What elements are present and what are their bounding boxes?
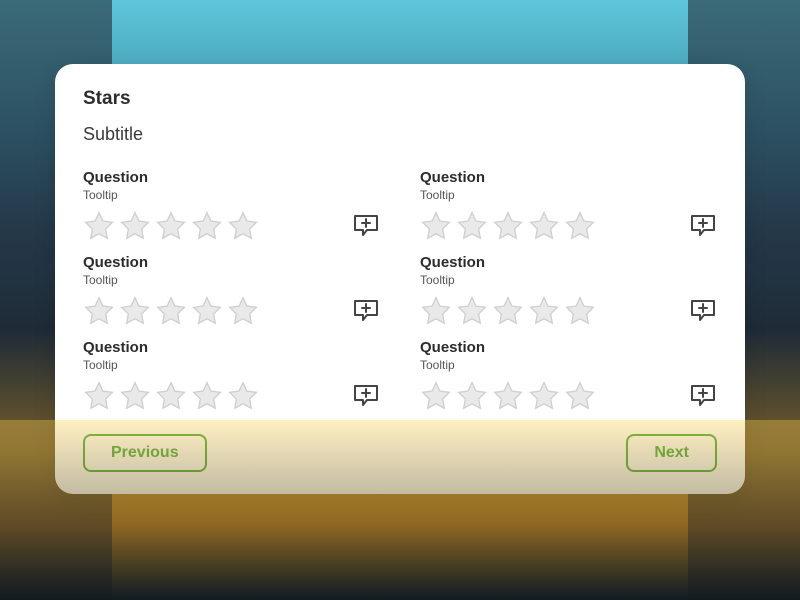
star-icon[interactable] bbox=[119, 295, 151, 327]
question-block: Question Tooltip bbox=[83, 339, 380, 412]
star-icon[interactable] bbox=[83, 295, 115, 327]
star-icon[interactable] bbox=[492, 295, 524, 327]
add-comment-icon[interactable] bbox=[352, 213, 380, 239]
star-icon[interactable] bbox=[420, 295, 452, 327]
add-comment-icon[interactable] bbox=[689, 383, 717, 409]
star-rating bbox=[83, 380, 259, 412]
question-tooltip: Tooltip bbox=[420, 358, 717, 372]
star-rating bbox=[83, 295, 259, 327]
question-row bbox=[83, 295, 380, 327]
question-label: Question bbox=[420, 169, 717, 186]
star-icon[interactable] bbox=[528, 380, 560, 412]
question-tooltip: Tooltip bbox=[420, 273, 717, 287]
star-icon[interactable] bbox=[119, 210, 151, 242]
question-tooltip: Tooltip bbox=[83, 188, 380, 202]
star-icon[interactable] bbox=[191, 380, 223, 412]
star-icon[interactable] bbox=[119, 380, 151, 412]
star-icon[interactable] bbox=[456, 380, 488, 412]
question-block: Question Tooltip bbox=[420, 169, 717, 242]
question-row bbox=[420, 380, 717, 412]
question-row bbox=[83, 380, 380, 412]
star-rating bbox=[420, 380, 596, 412]
question-tooltip: Tooltip bbox=[83, 273, 380, 287]
question-block: Question Tooltip bbox=[83, 169, 380, 242]
add-comment-icon[interactable] bbox=[352, 383, 380, 409]
star-icon[interactable] bbox=[83, 210, 115, 242]
star-icon[interactable] bbox=[420, 380, 452, 412]
card-title: Stars bbox=[83, 88, 717, 110]
question-label: Question bbox=[420, 339, 717, 356]
question-label: Question bbox=[420, 254, 717, 271]
question-block: Question Tooltip bbox=[420, 339, 717, 412]
add-comment-icon[interactable] bbox=[689, 213, 717, 239]
questions-column-left: Question Tooltip Question bbox=[83, 157, 380, 412]
star-icon[interactable] bbox=[227, 210, 259, 242]
background-image: Stars Subtitle Question Tooltip bbox=[0, 0, 800, 600]
question-label: Question bbox=[83, 169, 380, 186]
star-icon[interactable] bbox=[528, 295, 560, 327]
card-subtitle: Subtitle bbox=[83, 124, 717, 145]
star-icon[interactable] bbox=[155, 295, 187, 327]
star-icon[interactable] bbox=[528, 210, 560, 242]
question-tooltip: Tooltip bbox=[83, 358, 380, 372]
star-icon[interactable] bbox=[420, 210, 452, 242]
star-icon[interactable] bbox=[191, 295, 223, 327]
previous-button[interactable]: Previous bbox=[83, 434, 207, 472]
star-rating bbox=[420, 210, 596, 242]
next-button[interactable]: Next bbox=[626, 434, 717, 472]
question-label: Question bbox=[83, 254, 380, 271]
star-rating bbox=[83, 210, 259, 242]
star-icon[interactable] bbox=[83, 380, 115, 412]
question-row bbox=[420, 210, 717, 242]
nav-buttons: Previous Next bbox=[83, 434, 717, 472]
question-tooltip: Tooltip bbox=[420, 188, 717, 202]
star-icon[interactable] bbox=[456, 210, 488, 242]
star-rating bbox=[420, 295, 596, 327]
star-icon[interactable] bbox=[227, 295, 259, 327]
star-icon[interactable] bbox=[492, 210, 524, 242]
question-row bbox=[83, 210, 380, 242]
star-icon[interactable] bbox=[227, 380, 259, 412]
star-icon[interactable] bbox=[564, 210, 596, 242]
add-comment-icon[interactable] bbox=[352, 298, 380, 324]
survey-card: Stars Subtitle Question Tooltip bbox=[55, 64, 745, 494]
questions-column-right: Question Tooltip Question bbox=[420, 157, 717, 412]
question-block: Question Tooltip bbox=[420, 254, 717, 327]
star-icon[interactable] bbox=[564, 380, 596, 412]
star-icon[interactable] bbox=[155, 210, 187, 242]
question-block: Question Tooltip bbox=[83, 254, 380, 327]
question-label: Question bbox=[83, 339, 380, 356]
star-icon[interactable] bbox=[456, 295, 488, 327]
star-icon[interactable] bbox=[492, 380, 524, 412]
star-icon[interactable] bbox=[191, 210, 223, 242]
questions-columns: Question Tooltip Question bbox=[83, 157, 717, 412]
star-icon[interactable] bbox=[564, 295, 596, 327]
question-row bbox=[420, 295, 717, 327]
add-comment-icon[interactable] bbox=[689, 298, 717, 324]
star-icon[interactable] bbox=[155, 380, 187, 412]
